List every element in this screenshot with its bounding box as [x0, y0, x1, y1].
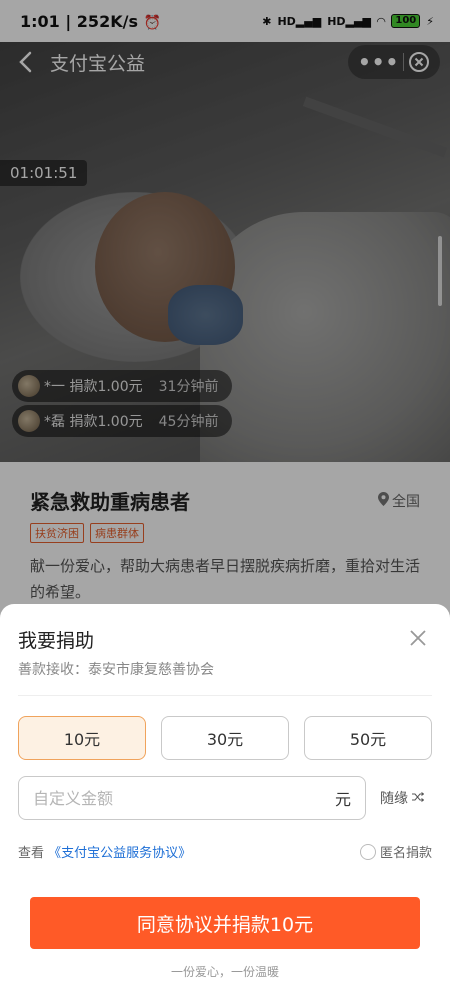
project-tags: 扶贫济困 病患群体	[30, 523, 420, 543]
signal-icon-1: HD▂▄▆	[277, 14, 322, 28]
donate-button[interactable]: 同意协议并捐款10元	[30, 897, 420, 949]
donor-text: *一 捐款1.00元	[44, 379, 143, 395]
anonymous-toggle[interactable]: 匿名捐款	[359, 842, 432, 861]
radio-button[interactable]	[359, 843, 376, 860]
donor-time: 45分钟前	[158, 414, 219, 430]
status-speed: 252K/s	[76, 11, 138, 31]
wifi-icon: ◠	[376, 14, 386, 28]
agreement-link[interactable]: 《支付宝公益服务协议》	[48, 846, 191, 861]
title-bar: 支付宝公益 •••	[0, 42, 450, 82]
avatar	[18, 375, 40, 397]
amount-option-50[interactable]: 50元	[304, 716, 432, 760]
donation-sheet: 我要捐助 善款接收：泰安市康复慈善协会 10元 30元 50元 元 随缘 查看 …	[0, 604, 450, 1000]
divider	[18, 695, 432, 696]
project-title: 紧急救助重病患者	[30, 490, 190, 514]
battery-icon: 100	[391, 14, 421, 28]
alarm-icon: ⏰	[143, 14, 161, 31]
back-arrow-icon[interactable]	[14, 51, 36, 73]
agreement-prefix: 查看	[18, 846, 45, 861]
mini-program-capsule: •••	[348, 45, 440, 79]
more-icon[interactable]: •••	[358, 52, 399, 72]
avatar	[18, 410, 40, 432]
signal-icon-2: HD▂▄▆	[327, 14, 371, 28]
donor-time: 31分钟前	[158, 379, 219, 395]
location-pin-icon	[378, 491, 389, 510]
video-timer: 01:01:51	[0, 160, 88, 186]
bluetooth-icon: ✱	[262, 14, 272, 28]
close-icon[interactable]	[408, 628, 428, 648]
sheet-title: 我要捐助	[18, 630, 95, 652]
project-description: 献一份爱心，帮助大病患者早日摆脱疾病折磨，重拾对生活的希望。	[30, 557, 421, 601]
page-title: 支付宝公益	[50, 52, 146, 75]
anonymous-label: 匿名捐款	[379, 846, 432, 861]
amount-option-30[interactable]: 30元	[161, 716, 289, 760]
unit-label: 元	[334, 790, 351, 809]
donor-chip: *磊 捐款1.00元 45分钟前	[12, 405, 233, 437]
tag: 扶贫济困	[30, 523, 84, 543]
status-right: ✱ HD▂▄▆ HD▂▄▆ ◠ 100 ⚡	[262, 14, 434, 28]
charging-icon: ⚡	[426, 14, 434, 28]
amount-options: 10元 30元 50元	[18, 716, 432, 760]
slogan: 一份爱心，一份温暖	[170, 965, 279, 979]
donor-text: *磊 捐款1.00元	[44, 414, 143, 430]
receiver-text: 善款接收：泰安市康复慈善协会	[18, 662, 214, 678]
agreement-row: 查看 《支付宝公益服务协议》 匿名捐款	[18, 842, 432, 861]
project-location: 全国	[378, 491, 420, 511]
status-left: 1:01 | 252K/s ⏰	[20, 11, 161, 31]
donor-chip: *一 捐款1.00元 31分钟前	[12, 370, 233, 402]
custom-amount-input[interactable]	[33, 788, 293, 808]
amount-option-10[interactable]: 10元	[18, 716, 146, 760]
status-time: 1:01	[20, 11, 60, 31]
status-bar: 1:01 | 252K/s ⏰ ✱ HD▂▄▆ HD▂▄▆ ◠ 100 ⚡	[0, 0, 450, 42]
custom-amount-field: 元	[18, 776, 366, 820]
tag: 病患群体	[90, 523, 144, 543]
scroll-indicator	[438, 236, 442, 306]
random-amount-button[interactable]: 随缘	[380, 788, 425, 808]
shuffle-icon	[412, 790, 425, 806]
close-circle-icon[interactable]	[408, 51, 430, 73]
